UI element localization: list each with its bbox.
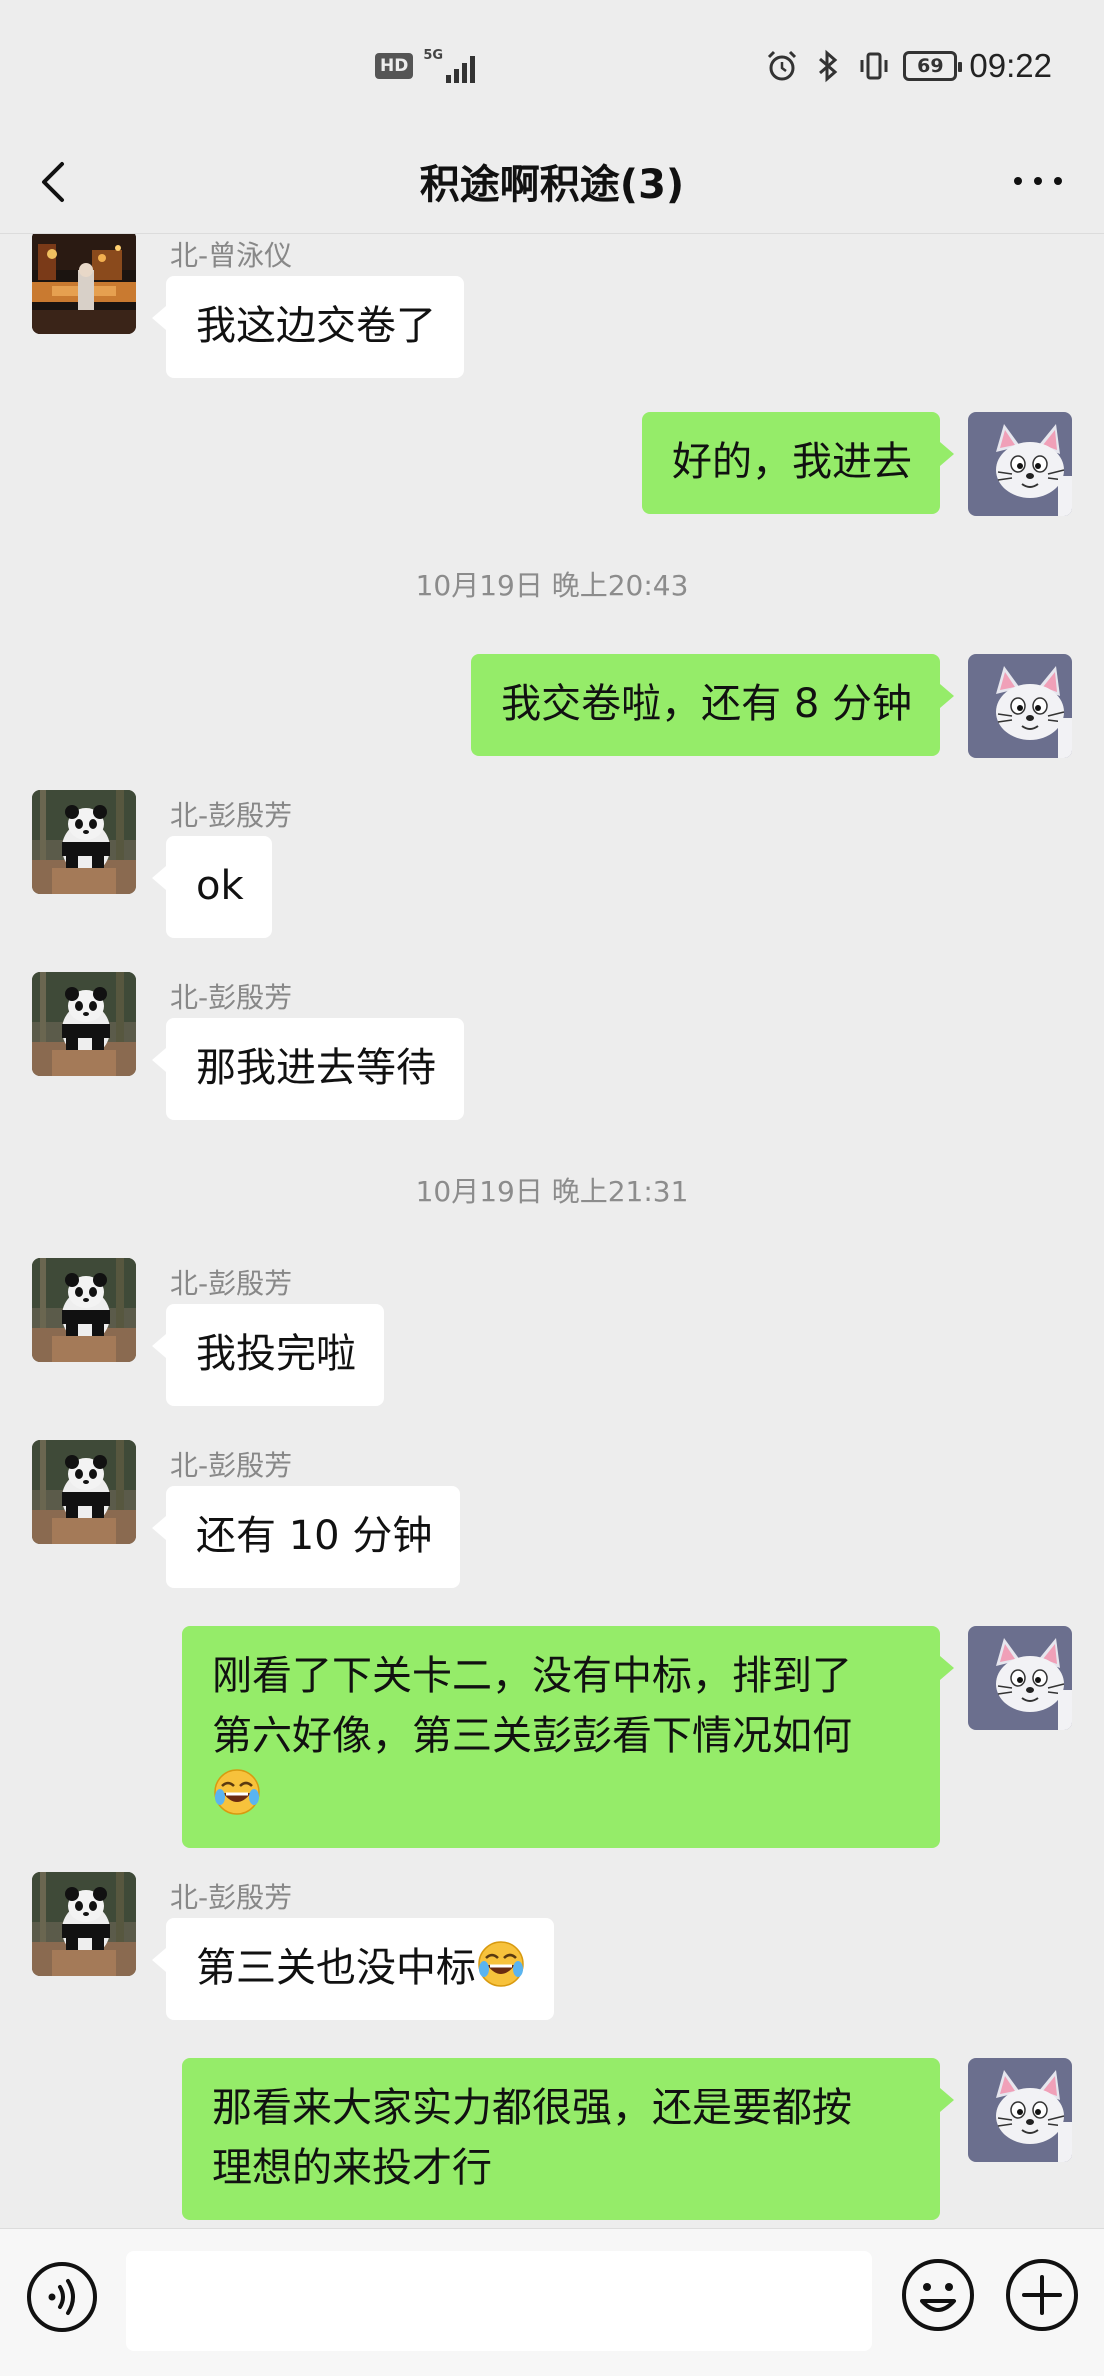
message-bubble[interactable]: 刚看了下关卡二，没有中标，排到了 第六好像，第三关彭彭看下情况如何 xyxy=(182,1626,954,1848)
message-bubble[interactable]: 我投完啦 xyxy=(152,1304,384,1406)
message-bubble[interactable]: ok xyxy=(152,836,272,938)
message-bubble[interactable]: 好的，我进去 xyxy=(642,412,954,514)
message-bubble[interactable]: 我交卷啦，还有 8 分钟 xyxy=(471,654,954,756)
sender-name: 北-彭殷芳 xyxy=(170,1881,293,1914)
message-line: 理想的来投才行 xyxy=(212,2145,492,2191)
timestamp: 10月19日 晚上21:31 xyxy=(415,1175,689,1208)
avatar[interactable] xyxy=(968,1626,1072,1730)
avatar[interactable] xyxy=(32,1440,136,1544)
message-line: 刚看了下关卡二，没有中标，排到了 xyxy=(212,1653,852,1699)
message-bubble[interactable]: 还有 10 分钟 xyxy=(151,1486,461,1588)
hd-badge: HD xyxy=(375,53,414,79)
plus-icon[interactable] xyxy=(1002,2255,1082,2335)
message-list[interactable]: 北-曾泳仪 我这边交卷了 好的，我进去 10月19日 晚上20:43 我交卷啦，… xyxy=(0,234,1104,2228)
message-text: 第三关也没中标 xyxy=(196,1945,476,1991)
laugh-cry-emoji-icon xyxy=(212,1767,262,1817)
avatar[interactable] xyxy=(968,654,1072,758)
input-bar xyxy=(0,2228,1104,2376)
message-input[interactable] xyxy=(126,2251,872,2351)
message-line xyxy=(212,1766,912,1826)
status-bar: HD 5G 69 09:22 xyxy=(0,0,1104,130)
sender-name: 北-彭殷芳 xyxy=(170,799,293,832)
avatar[interactable] xyxy=(32,1872,136,1976)
message-bubble[interactable]: 那看来大家实力都很强，还是要都按 理想的来投才行 xyxy=(182,2058,954,2220)
sender-name: 北-曾泳仪 xyxy=(170,239,293,272)
battery-level: 69 xyxy=(917,55,944,77)
network-type-label: 5G xyxy=(423,48,444,63)
chat-header: 积途啊积途(3) xyxy=(0,130,1104,234)
signal-icon: 5G xyxy=(423,48,476,83)
sender-name: 北-彭殷芳 xyxy=(170,1267,293,1300)
bluetooth-icon xyxy=(819,49,838,83)
more-options-icon[interactable] xyxy=(1008,166,1068,196)
timestamp: 10月19日 晚上20:43 xyxy=(415,569,689,602)
message-line: 第六好像，第三关彭彭看下情况如何 xyxy=(212,1713,852,1759)
laugh-cry-emoji-icon xyxy=(476,1939,526,1989)
avatar[interactable] xyxy=(32,790,136,894)
avatar[interactable] xyxy=(32,234,136,334)
chat-title: 积途啊积途(3) xyxy=(419,162,685,208)
vibrate-icon xyxy=(860,52,888,80)
sender-name: 北-彭殷芳 xyxy=(170,981,293,1014)
avatar[interactable] xyxy=(968,2058,1072,2162)
status-left: HD 5G xyxy=(375,48,476,84)
avatar[interactable] xyxy=(968,412,1072,516)
sender-name: 北-彭殷芳 xyxy=(170,1449,293,1482)
battery-icon: 69 xyxy=(903,51,963,81)
voice-icon[interactable] xyxy=(24,2259,100,2335)
message-bubble[interactable]: 我这边交卷了 xyxy=(152,276,464,378)
avatar[interactable] xyxy=(32,972,136,1076)
emoji-icon[interactable] xyxy=(898,2255,978,2335)
clock: 09:22 xyxy=(969,47,1052,84)
message-bubble[interactable]: 那我进去等待 xyxy=(152,1018,464,1120)
alarm-icon xyxy=(768,50,797,81)
avatar[interactable] xyxy=(32,1258,136,1362)
message-bubble[interactable]: 第三关也没中标 xyxy=(152,1918,554,2020)
message-line: 那看来大家实力都很强，还是要都按 xyxy=(212,2085,852,2131)
status-right: 69 09:22 xyxy=(765,44,1052,88)
